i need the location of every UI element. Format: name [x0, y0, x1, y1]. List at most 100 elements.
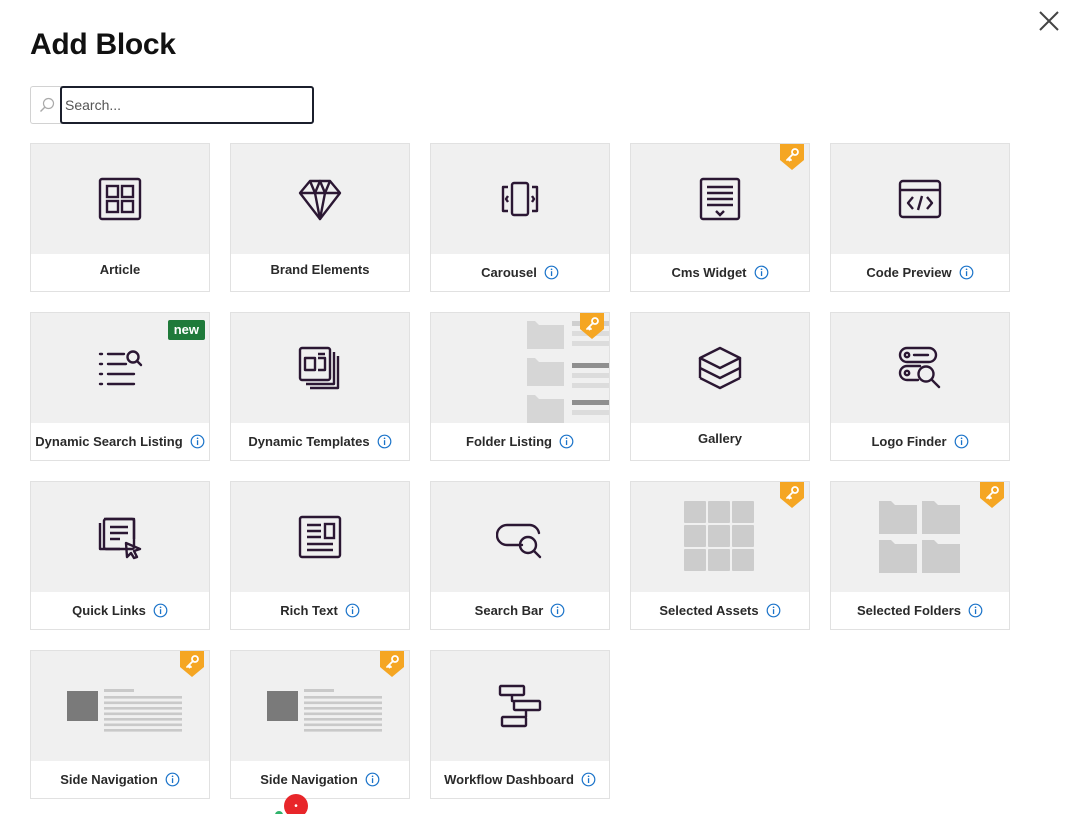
- block-label-row: Gallery: [631, 420, 809, 462]
- new-badge: new: [167, 320, 205, 340]
- quick-links-icon: [96, 513, 144, 561]
- block-label-row: Workflow Dashboard: [431, 761, 609, 798]
- block-label-row: Folder Listing: [431, 423, 609, 460]
- block-thumbnail: [231, 313, 409, 423]
- info-icon[interactable]: [766, 603, 781, 618]
- block-label: Carousel: [481, 265, 537, 280]
- block-card-article[interactable]: Article: [30, 143, 210, 292]
- block-label-row: Search Bar: [431, 592, 609, 629]
- premium-key-icon: [580, 313, 604, 339]
- block-card-rich-text[interactable]: Rich Text: [230, 481, 410, 630]
- block-label: Brand Elements: [270, 262, 370, 277]
- block-card-gallery[interactable]: Gallery: [630, 312, 810, 461]
- assets-grid-preview: [684, 501, 756, 573]
- info-icon[interactable]: [550, 603, 565, 618]
- block-label: Dynamic Templates: [248, 434, 370, 449]
- block-label-row: Dynamic Templates: [231, 423, 409, 460]
- block-thumbnail: [31, 144, 209, 254]
- block-card-dynamic-search-listing[interactable]: new Dynamic Search Listing: [30, 312, 210, 461]
- block-label-row: Logo Finder: [831, 423, 1009, 460]
- logo-finder-icon: [896, 344, 944, 392]
- side-navigation-preview: [266, 688, 387, 736]
- info-icon[interactable]: [968, 603, 983, 618]
- layers-icon: [696, 344, 744, 392]
- block-card-code-preview[interactable]: Code Preview: [830, 143, 1010, 292]
- block-label: Quick Links: [72, 603, 146, 618]
- block-label-row: Code Preview: [831, 254, 1009, 291]
- search-box: [30, 86, 314, 124]
- block-thumbnail: [831, 144, 1009, 254]
- block-label-row: Dynamic Search Listing: [31, 423, 209, 460]
- block-label: Search Bar: [474, 603, 544, 618]
- block-thumbnail: [431, 651, 609, 761]
- info-icon[interactable]: [377, 434, 392, 449]
- block-card-quick-links[interactable]: Quick Links: [30, 481, 210, 630]
- info-icon[interactable]: [959, 265, 974, 280]
- info-icon[interactable]: [153, 603, 168, 618]
- block-label-row: Cms Widget: [631, 254, 809, 291]
- side-navigation-preview: [66, 688, 187, 736]
- premium-key-icon: [780, 144, 804, 170]
- block-label: Side Navigation: [60, 772, 158, 787]
- info-icon[interactable]: [559, 434, 574, 449]
- templates-icon: [296, 344, 344, 392]
- block-label-row: Quick Links: [31, 592, 209, 629]
- block-label-row: Rich Text: [231, 592, 409, 629]
- block-label-row: Carousel: [431, 254, 609, 291]
- block-label-row: Selected Assets: [631, 592, 809, 629]
- code-preview-icon: [896, 175, 944, 223]
- search-icon: [30, 86, 62, 124]
- block-label: Selected Folders: [856, 603, 962, 618]
- block-card-side-navigation[interactable]: Side Navigation: [30, 650, 210, 799]
- block-card-brand-elements[interactable]: Brand Elements: [230, 143, 410, 292]
- block-card-cms-widget[interactable]: Cms Widget: [630, 143, 810, 292]
- block-label-row: Selected Folders: [831, 592, 1009, 629]
- close-button[interactable]: [1034, 6, 1064, 36]
- info-icon[interactable]: [345, 603, 360, 618]
- premium-key-icon: [780, 482, 804, 508]
- notification-dot[interactable]: •: [284, 794, 308, 814]
- block-card-carousel[interactable]: Carousel: [430, 143, 610, 292]
- info-icon[interactable]: [544, 265, 559, 280]
- block-thumbnail: [231, 482, 409, 592]
- close-icon: [1039, 11, 1059, 31]
- premium-key-icon: [980, 482, 1004, 508]
- block-card-selected-folders[interactable]: Selected Folders: [830, 481, 1010, 630]
- block-label: Cms Widget: [671, 265, 747, 280]
- search-bar-icon: [496, 513, 544, 561]
- cms-widget-icon: [696, 175, 744, 223]
- block-label: Code Preview: [866, 265, 952, 280]
- block-card-search-bar[interactable]: Search Bar: [430, 481, 610, 630]
- diamond-icon: [296, 175, 344, 223]
- info-icon[interactable]: [754, 265, 769, 280]
- info-icon[interactable]: [581, 772, 596, 787]
- folders-grid-preview: [879, 501, 961, 573]
- block-card-logo-finder[interactable]: Logo Finder: [830, 312, 1010, 461]
- block-thumbnail: [831, 313, 1009, 423]
- block-card-selected-assets[interactable]: Selected Assets: [630, 481, 810, 630]
- block-label-row: Article: [31, 251, 209, 293]
- rich-text-icon: [296, 513, 344, 561]
- block-label: Selected Assets: [659, 603, 759, 618]
- block-card-side-navigation[interactable]: Side Navigation: [230, 650, 410, 799]
- workflow-icon: [496, 682, 544, 730]
- block-card-workflow-dashboard[interactable]: Workflow Dashboard: [430, 650, 610, 799]
- dialog-title: Add Block: [30, 28, 176, 61]
- block-label: Folder Listing: [466, 434, 552, 449]
- block-label: Article: [99, 262, 141, 277]
- block-thumbnail: [431, 144, 609, 254]
- search-listing-icon: [96, 344, 144, 392]
- info-icon[interactable]: [365, 772, 380, 787]
- premium-key-icon: [180, 651, 204, 677]
- block-card-folder-listing[interactable]: Folder Listing: [430, 312, 610, 461]
- info-icon[interactable]: [954, 434, 969, 449]
- block-card-dynamic-templates[interactable]: Dynamic Templates: [230, 312, 410, 461]
- info-icon[interactable]: [165, 772, 180, 787]
- premium-key-icon: [380, 651, 404, 677]
- info-icon[interactable]: [190, 434, 205, 449]
- block-label-row: Side Navigation: [31, 761, 209, 798]
- block-label: Gallery: [697, 431, 743, 446]
- article-icon: [96, 175, 144, 223]
- block-label: Dynamic Search Listing: [35, 434, 183, 449]
- search-input[interactable]: [60, 86, 314, 124]
